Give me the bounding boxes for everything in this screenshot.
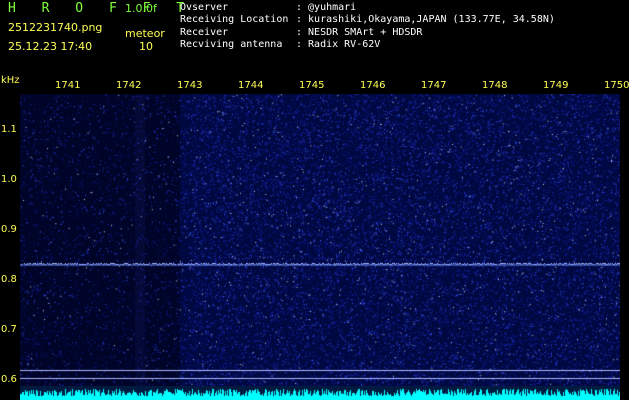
info-row-receiver: Receiver: NESDR SMArt + HDSDR	[180, 26, 423, 38]
y-tick-label: 0.6	[1, 374, 17, 385]
app-logo: H R O F F T	[8, 1, 194, 16]
x-tick-label: 1747	[421, 80, 447, 91]
datetime-label: 25.12.23 17:40	[8, 40, 93, 53]
x-unit-label: kHz	[1, 75, 20, 86]
spectrogram-canvas[interactable]	[20, 94, 620, 386]
x-tick-label: 1746	[360, 80, 386, 91]
y-tick-label: 0.8	[1, 274, 17, 285]
y-tick-label: 0.9	[1, 224, 17, 235]
info-row-antenna: Recviving antenna: Radix RV-62V	[180, 39, 381, 51]
info-row-observer: Ovserver: @yuhmari	[180, 2, 357, 13]
filename-label: 2512231740.png	[8, 21, 103, 34]
count-label: 10	[139, 40, 153, 53]
y-tick-label: 1.1	[1, 124, 17, 135]
x-tick-label: 1748	[482, 80, 508, 91]
mode-label: meteor	[125, 27, 165, 40]
noise-canvas	[20, 386, 620, 400]
station-info: Ovserver: @yuhmari Receiving Location: k…	[180, 2, 555, 52]
header-panel: H R O F F T 1.0.0f 2512231740.png meteor…	[0, 0, 629, 74]
spectrogram-plot[interactable]	[20, 94, 620, 386]
noise-strip	[20, 386, 620, 400]
x-tick-label: 1749	[543, 80, 569, 91]
y-tick-label: 1.0	[1, 174, 17, 185]
x-tick-label: 1744	[238, 80, 264, 91]
x-tick-label: 1750	[604, 80, 629, 91]
x-tick-label: 1743	[177, 80, 203, 91]
x-tick-label: 1745	[299, 80, 325, 91]
x-tick-label: 1742	[116, 80, 142, 91]
info-row-location: Receiving Location: kurashiki,Okayama,JA…	[180, 14, 555, 26]
version-label: 1.0.0f	[125, 2, 157, 15]
y-tick-label: 0.7	[1, 324, 17, 335]
x-tick-label: 1741	[55, 80, 81, 91]
